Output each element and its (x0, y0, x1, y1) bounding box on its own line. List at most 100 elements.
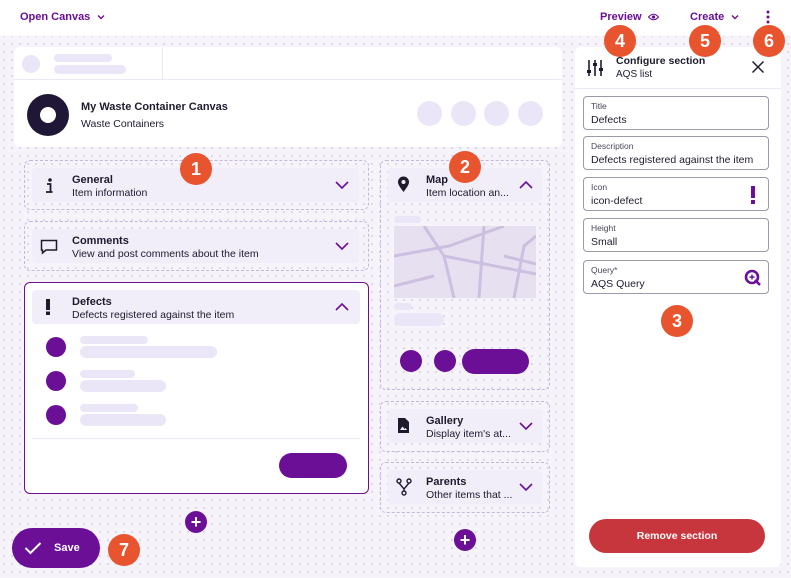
section-title: Map (426, 174, 448, 186)
annotation-badge: 2 (449, 151, 481, 183)
section-subtitle: Defects registered against the item (72, 309, 235, 321)
text-placeholder (54, 54, 112, 62)
close-icon[interactable] (751, 60, 765, 74)
preview-label: Preview (600, 11, 642, 23)
chevron-up-icon[interactable] (518, 179, 534, 191)
query-field[interactable]: Query* AQS Query (583, 260, 769, 294)
chevron-up-icon[interactable] (334, 301, 350, 313)
section-subtitle: View and post comments about the item (72, 248, 259, 260)
comments-section-header[interactable]: Comments View and post comments about th… (32, 229, 359, 263)
remove-section-button[interactable]: Remove section (589, 519, 765, 553)
panel-subtitle: AQS list (616, 69, 653, 80)
save-button[interactable]: Save (12, 528, 100, 568)
map-action-button[interactable] (434, 350, 456, 372)
chevron-down-icon[interactable] (334, 240, 350, 252)
field-value: Defects (591, 114, 627, 126)
add-section-button-right[interactable]: + (454, 529, 476, 551)
chevron-down-icon[interactable] (518, 481, 534, 493)
open-canvas-menu[interactable]: Open Canvas (20, 11, 106, 23)
chevron-down-icon (731, 15, 739, 20)
icon-field[interactable]: Icon icon-defect (583, 177, 769, 211)
text-placeholder (394, 216, 421, 223)
chevron-down-icon[interactable] (518, 420, 534, 432)
annotation-badge: 1 (180, 153, 212, 185)
action-placeholder (484, 101, 509, 126)
top-bar: Open Canvas Preview Create (0, 0, 791, 36)
defects-section-header[interactable]: Defects Defects registered against the i… (32, 290, 360, 324)
text-placeholder (80, 336, 148, 344)
chevron-down-icon[interactable] (334, 179, 350, 191)
text-placeholder (394, 313, 444, 326)
field-value: icon-defect (591, 195, 643, 207)
more-options-icon[interactable] (764, 9, 772, 25)
section-subtitle: Display item's at... (426, 428, 511, 440)
text-placeholder (80, 404, 138, 412)
defects-section[interactable]: Defects Defects registered against the i… (24, 282, 369, 494)
canvas-header-card (14, 47, 562, 147)
section-subtitle: Other items that ... (426, 489, 513, 501)
field-value: Defects registered against the item (591, 154, 754, 166)
field-value: AQS Query (591, 278, 645, 290)
query-icon[interactable] (744, 269, 762, 287)
chevron-down-icon (97, 15, 105, 20)
section-title: Parents (426, 476, 467, 488)
map-primary-action-button[interactable] (462, 349, 529, 374)
annotation-badge: 6 (753, 25, 785, 57)
field-label: Description (591, 141, 634, 151)
map-section[interactable]: Map Item location an... (380, 160, 550, 390)
remove-section-label: Remove section (636, 530, 718, 542)
field-label: Query* (591, 265, 618, 275)
gallery-section-header[interactable]: Gallery Display item's at... (388, 409, 542, 443)
preview-button[interactable]: Preview (600, 11, 659, 23)
canvas-title: My Waste Container Canvas (81, 101, 228, 113)
list-item-avatar (46, 337, 66, 357)
action-placeholder (451, 101, 476, 126)
action-placeholder (518, 101, 543, 126)
text-placeholder (80, 414, 166, 426)
section-title: Comments (72, 235, 129, 247)
annotation-badge: 4 (604, 25, 636, 57)
section-title: Gallery (426, 415, 464, 427)
map-action-button[interactable] (400, 350, 422, 372)
description-field[interactable]: Description Defects registered against t… (583, 136, 769, 170)
action-placeholder (417, 101, 442, 126)
checkmark-icon (24, 542, 42, 555)
section-action-button[interactable] (279, 453, 347, 478)
location-pin-icon (398, 176, 409, 192)
height-field[interactable]: Height Small (583, 218, 769, 252)
annotation-badge: 3 (661, 305, 693, 337)
section-title: Defects (72, 296, 112, 308)
list-item-avatar (46, 405, 66, 425)
panel-title: Configure section (616, 55, 706, 67)
eye-icon (647, 13, 659, 21)
divider (162, 47, 163, 80)
canvas-subtitle: Waste Containers (81, 118, 165, 130)
info-icon (46, 178, 53, 193)
parents-section[interactable]: Parents Other items that ... (380, 462, 550, 513)
hierarchy-icon (396, 478, 412, 496)
header-strip (14, 47, 562, 80)
text-placeholder (54, 65, 126, 74)
list-item-avatar (46, 371, 66, 391)
sliders-icon (587, 60, 603, 76)
exclamation-icon (46, 299, 50, 315)
section-subtitle: Item information (72, 187, 148, 199)
create-menu[interactable]: Create (690, 11, 740, 23)
comments-section[interactable]: Comments View and post comments about th… (24, 221, 369, 271)
canvas-logo (27, 94, 69, 136)
comment-icon (40, 239, 58, 255)
image-icon (398, 418, 409, 433)
parents-section-header[interactable]: Parents Other items that ... (388, 470, 542, 504)
section-title: General (72, 174, 113, 186)
text-placeholder (80, 370, 135, 378)
text-placeholder (80, 380, 166, 392)
save-label: Save (54, 542, 80, 554)
gallery-section[interactable]: Gallery Display item's at... (380, 401, 550, 452)
open-canvas-label: Open Canvas (20, 11, 91, 23)
avatar-placeholder (22, 55, 40, 73)
add-section-button-left[interactable]: + (185, 511, 207, 533)
section-subtitle: Item location an... (426, 187, 509, 199)
title-field[interactable]: Title Defects (583, 96, 769, 130)
annotation-badge: 7 (108, 534, 140, 566)
field-label: Title (591, 101, 607, 111)
